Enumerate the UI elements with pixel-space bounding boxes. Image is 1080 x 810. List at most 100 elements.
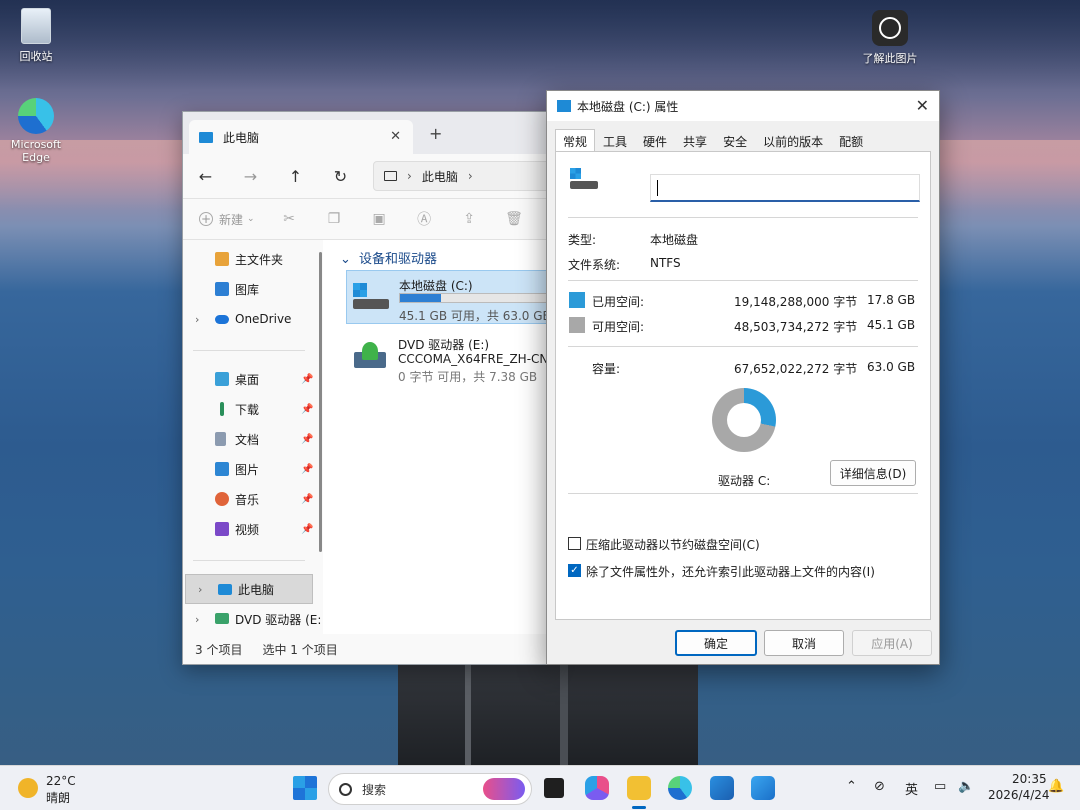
- drive-item-c[interactable]: 本地磁盘 (C:) 45.1 GB 可用，共 63.0 GB: [346, 270, 551, 324]
- display-icon[interactable]: ▭: [934, 779, 946, 794]
- tab-security[interactable]: 安全: [715, 129, 755, 151]
- file-explorer-taskbar-icon[interactable]: [627, 776, 651, 800]
- delete-icon[interactable]: 🗑: [492, 211, 537, 227]
- ok-button[interactable]: 确定: [675, 630, 757, 656]
- taskbar: 22°C 晴朗 搜索 ⌃ ⊘ 英 ▭ 🔈 20:35 2026/4/24 🔔: [0, 765, 1080, 810]
- details-button[interactable]: 详细信息(D): [830, 460, 916, 486]
- sidebar-item-label: 此电脑: [238, 582, 275, 597]
- back-button[interactable]: ←: [183, 167, 228, 186]
- outlook-icon[interactable]: [751, 776, 775, 800]
- sidebar-item-pictures[interactable]: 图片 📌: [183, 454, 323, 484]
- new-button[interactable]: + 新建 ⌄: [199, 211, 255, 228]
- navigation-pane: 主文件夹 图库 › OneDrive 桌面 📌 下载 📌 文档 📌 图片 📌 音…: [183, 240, 323, 634]
- drive-properties-dialog[interactable]: 本地磁盘 (C:) 属性 ✕ 常规 工具 硬件 共享 安全 以前的版本 配额 类…: [546, 90, 940, 665]
- divider: [568, 346, 918, 347]
- sidebar-item-label: 主文件夹: [235, 252, 284, 267]
- sidebar-item-downloads[interactable]: 下载 📌: [183, 394, 323, 424]
- pin-icon[interactable]: 📌: [301, 464, 313, 475]
- explorer-tab[interactable]: 此电脑 ✕: [189, 120, 413, 154]
- sidebar-item-label: 视频: [235, 522, 260, 537]
- pin-icon[interactable]: 📌: [301, 524, 313, 535]
- tab-tools[interactable]: 工具: [595, 129, 635, 151]
- forward-button[interactable]: →: [228, 167, 273, 186]
- tab-hardware[interactable]: 硬件: [635, 129, 675, 151]
- volume-label-input[interactable]: [650, 174, 920, 202]
- tab-general[interactable]: 常规: [555, 129, 596, 152]
- cancel-button[interactable]: 取消: [764, 630, 844, 656]
- breadcrumb-item[interactable]: 此电脑: [422, 168, 458, 185]
- share-icon[interactable]: ⇪: [447, 211, 492, 227]
- up-button[interactable]: ↑: [273, 167, 318, 186]
- close-icon[interactable]: ✕: [916, 96, 929, 115]
- taskbar-search-box[interactable]: 搜索: [328, 773, 532, 805]
- weather-desc: 晴朗: [46, 791, 71, 805]
- pin-icon[interactable]: 📌: [301, 374, 313, 385]
- pin-icon[interactable]: 📌: [301, 404, 313, 415]
- network-off-icon[interactable]: ⊘: [874, 779, 885, 794]
- notification-bell-icon[interactable]: 🔔: [1048, 779, 1064, 794]
- chevron-right-icon[interactable]: ›: [198, 583, 202, 596]
- task-view-icon[interactable]: [544, 778, 564, 798]
- drive-item-dvd[interactable]: DVD 驱动器 (E:) CCCOMA_X64FRE_ZH-CN_D 0 字节 …: [346, 330, 551, 384]
- drive-name: DVD 驱动器 (E:): [398, 338, 490, 352]
- sidebar-scrollbar[interactable]: [319, 252, 322, 552]
- dialog-title-bar[interactable]: 本地磁盘 (C:) 属性 ✕: [547, 91, 939, 121]
- clock-date[interactable]: 2026/4/24: [988, 788, 1050, 802]
- desktop-icon-edge[interactable]: Microsoft Edge: [1, 98, 71, 164]
- copy-icon[interactable]: ❐: [312, 211, 357, 227]
- sidebar-item-onedrive[interactable]: › OneDrive: [183, 304, 323, 334]
- weather-widget[interactable]: 22°C 晴朗: [18, 774, 98, 805]
- address-bar[interactable]: › 此电脑 ›: [373, 161, 551, 191]
- compress-checkbox-label[interactable]: 压缩此驱动器以节约磁盘空间(C): [586, 536, 760, 553]
- chevron-right-icon[interactable]: ›: [195, 613, 199, 626]
- sidebar-item-this-pc[interactable]: › 此电脑: [185, 574, 313, 604]
- chevron-up-icon[interactable]: ⌃: [846, 779, 857, 794]
- store-icon[interactable]: [710, 776, 734, 800]
- tab-quota[interactable]: 配额: [831, 129, 871, 151]
- sidebar-item-home[interactable]: 主文件夹: [183, 244, 323, 274]
- rename-icon[interactable]: Ⓐ: [402, 209, 447, 229]
- search-highlight-icon: [483, 778, 525, 800]
- document-icon: [215, 432, 226, 446]
- compress-checkbox[interactable]: [568, 537, 581, 550]
- command-bar: + 新建 ⌄ ✂ ❐ ▣ Ⓐ ⇪ 🗑: [183, 198, 551, 240]
- type-value: 本地磁盘: [650, 233, 699, 247]
- index-checkbox-label[interactable]: 除了文件属性外，还允许索引此驱动器上文件的内容(I): [586, 563, 875, 580]
- chevron-right-icon[interactable]: ›: [195, 313, 199, 326]
- sidebar-item-videos[interactable]: 视频 📌: [183, 514, 323, 544]
- tab-sharing[interactable]: 共享: [675, 129, 715, 151]
- capacity-size: 63.0 GB: [867, 360, 916, 374]
- pin-icon[interactable]: 📌: [301, 494, 313, 505]
- cut-icon[interactable]: ✂: [267, 211, 312, 227]
- clock-time[interactable]: 20:35: [1012, 772, 1047, 786]
- group-header[interactable]: ⌄ 设备和驱动器: [340, 248, 437, 267]
- sidebar-item-gallery[interactable]: 图库: [183, 274, 323, 304]
- sidebar-item-music[interactable]: 音乐 📌: [183, 484, 323, 514]
- chevron-right-icon[interactable]: ›: [468, 169, 473, 183]
- desktop-icon-recycle-bin[interactable]: 回收站: [1, 8, 71, 64]
- desktop-icon-learn-image[interactable]: 了解此图片: [855, 10, 925, 66]
- sidebar-item-desktop[interactable]: 桌面 📌: [183, 364, 323, 394]
- close-tab-icon[interactable]: ✕: [390, 129, 401, 144]
- ime-indicator[interactable]: 英: [905, 779, 918, 798]
- plus-icon: +: [199, 212, 213, 226]
- sidebar-item-dvd[interactable]: › DVD 驱动器 (E:: [183, 604, 323, 634]
- file-explorer-window[interactable]: 此电脑 ✕ + ← → ↑ ↻ › 此电脑 › + 新建 ⌄ ✂ ❐ ▣ Ⓐ ⇪…: [182, 111, 552, 665]
- edge-icon: [18, 98, 54, 134]
- free-space-bytes: 48,503,734,272 字节: [734, 320, 858, 334]
- index-checkbox[interactable]: ✓: [568, 564, 581, 577]
- m365-copilot-icon[interactable]: [585, 776, 609, 800]
- paste-icon[interactable]: ▣: [357, 211, 402, 227]
- weather-temp: 22°C: [46, 774, 76, 788]
- new-tab-icon[interactable]: +: [429, 124, 442, 143]
- edge-taskbar-icon[interactable]: [668, 776, 692, 800]
- desktop-icon-label: 了解此图片: [862, 52, 918, 65]
- camera-info-icon: [872, 10, 908, 46]
- apply-button[interactable]: 应用(A): [852, 630, 932, 656]
- tab-previous-versions[interactable]: 以前的版本: [755, 129, 831, 151]
- volume-icon[interactable]: 🔈: [958, 779, 974, 794]
- refresh-button[interactable]: ↻: [318, 167, 363, 186]
- start-button-windows-icon[interactable]: [293, 776, 317, 800]
- sidebar-item-documents[interactable]: 文档 📌: [183, 424, 323, 454]
- pin-icon[interactable]: 📌: [301, 434, 313, 445]
